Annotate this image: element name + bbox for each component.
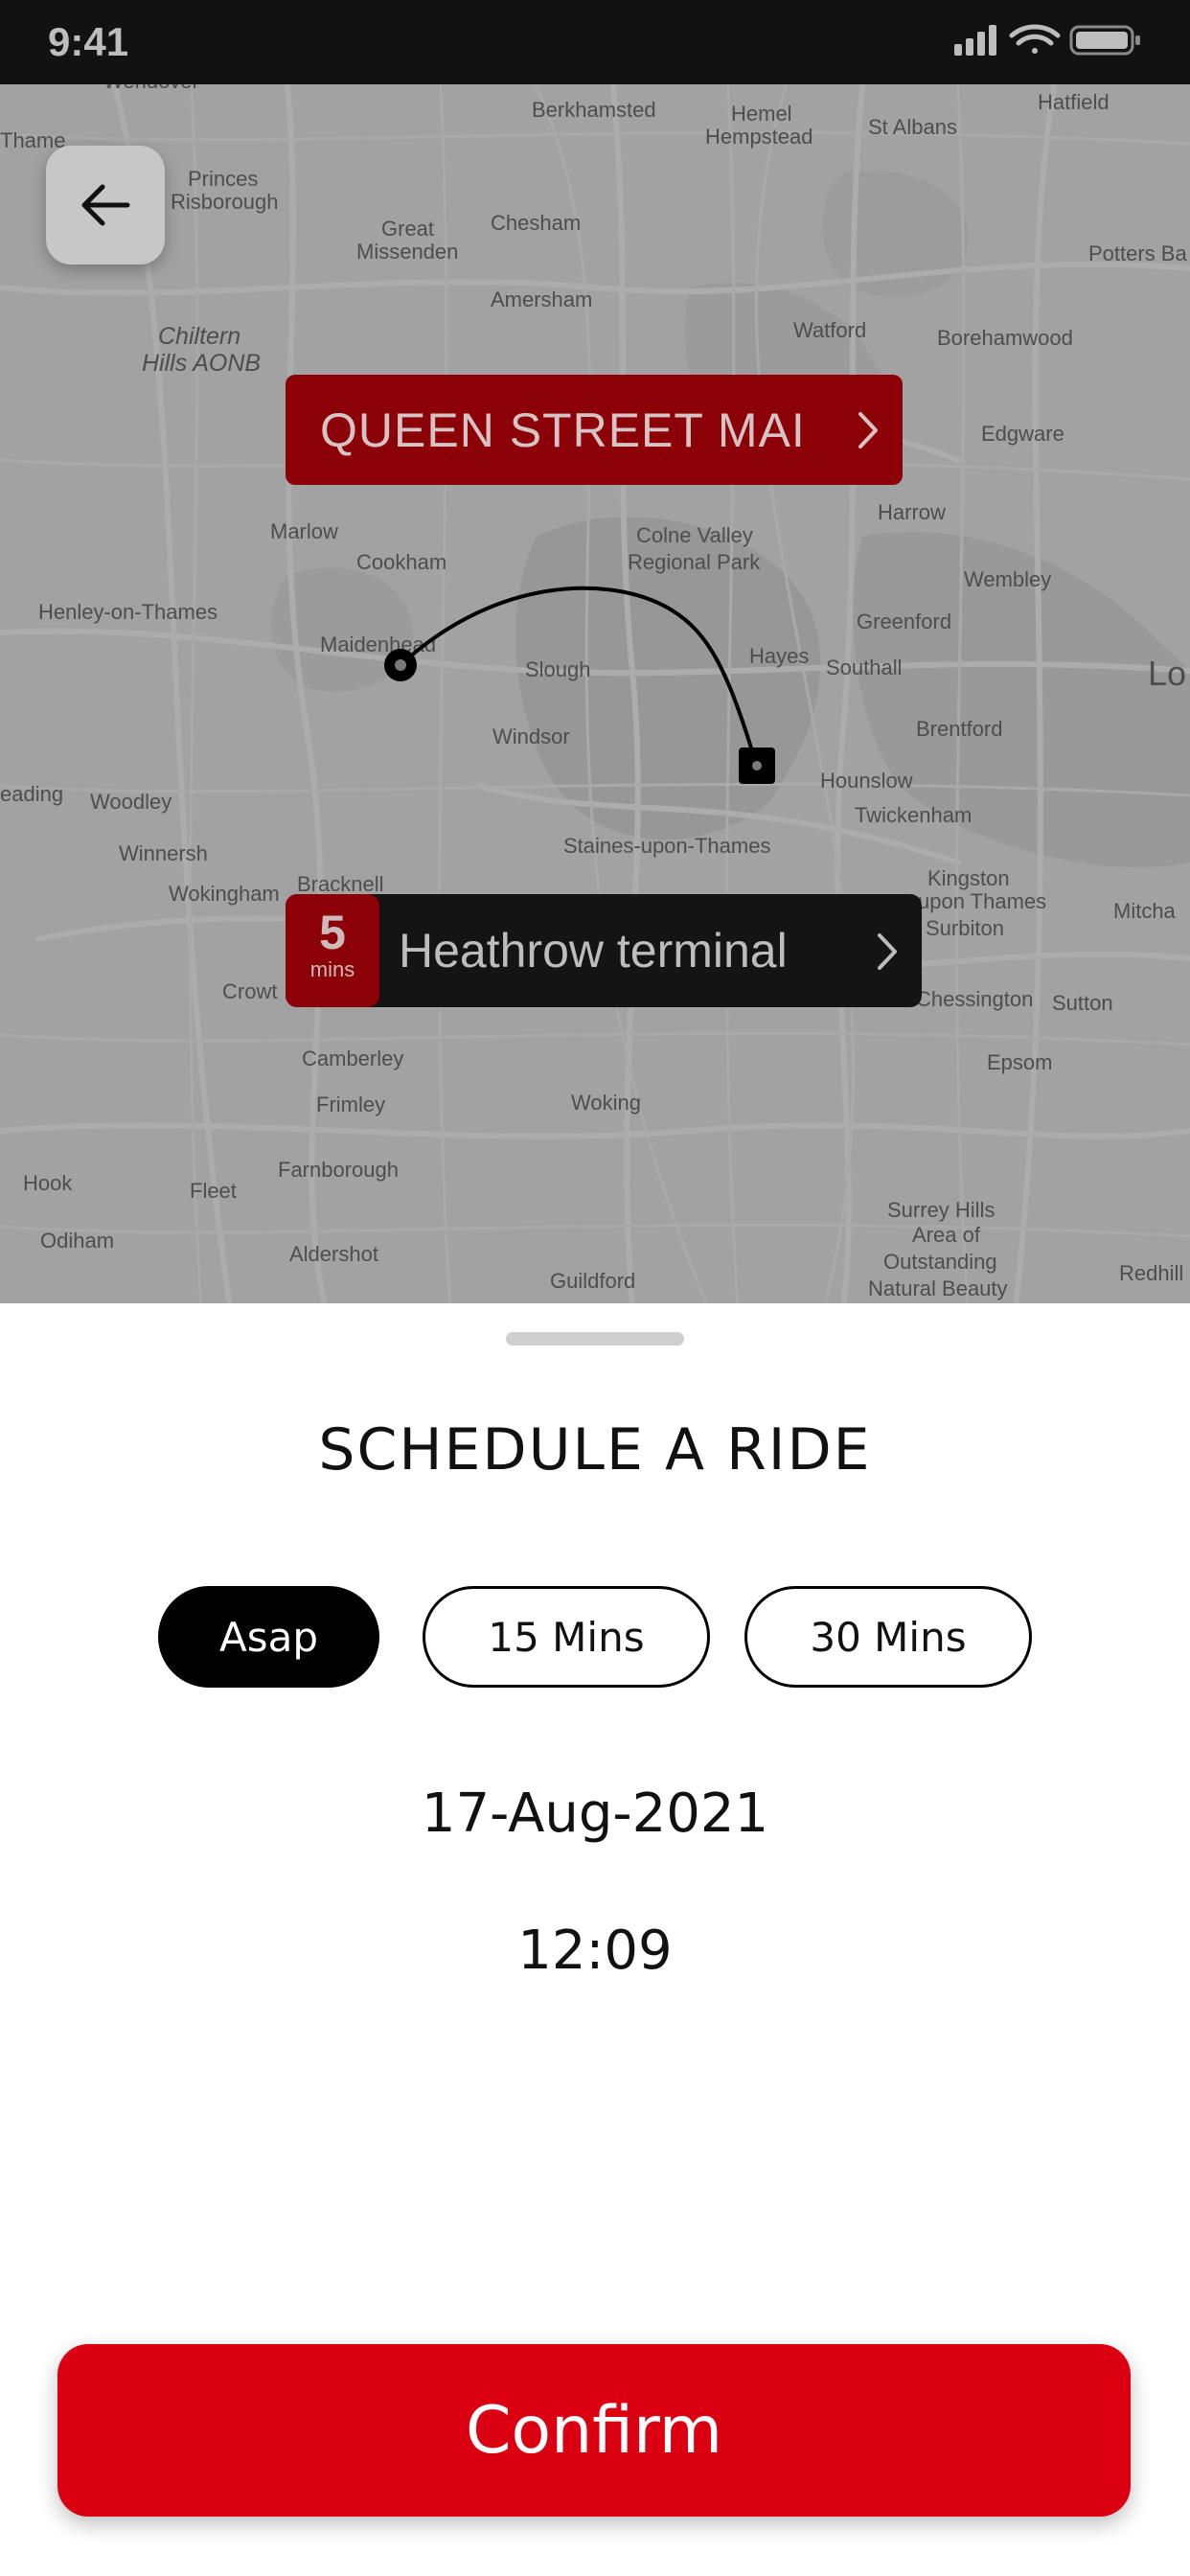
status-icons xyxy=(954,23,1142,61)
option-15-mins-button[interactable]: 15 Mins xyxy=(423,1586,710,1688)
dropoff-location-text: Heathrow terminal xyxy=(399,924,788,978)
chevron-right-icon xyxy=(878,933,897,970)
status-bar: 9:41 xyxy=(0,0,1190,84)
pickup-location-text: QUEEN STREET MAI xyxy=(320,402,806,457)
chevron-right-icon xyxy=(858,412,878,448)
sheet-title: SCHEDULE A RIDE xyxy=(318,1416,872,1484)
option-30-mins-button[interactable]: 30 Mins xyxy=(744,1586,1032,1688)
battery-icon xyxy=(1069,25,1140,56)
dropoff-location-label[interactable]: 5 mins Heathrow terminal xyxy=(286,894,922,1007)
sheet-grabber-handle[interactable] xyxy=(506,1332,684,1346)
cellular-signal-icon xyxy=(954,25,996,56)
arrow-left-icon xyxy=(81,184,130,226)
confirm-button[interactable]: Confirm xyxy=(57,2344,1131,2517)
time-picker-value[interactable]: 12:09 xyxy=(0,1920,1190,1982)
schedule-ride-screen: Wendover Berkhamsted Hemel Hempstead St … xyxy=(0,0,1190,2576)
status-time: 9:41 xyxy=(48,19,129,64)
route-line xyxy=(384,586,775,784)
option-asap-button[interactable]: Asap xyxy=(158,1586,379,1688)
eta-badge: 5 mins xyxy=(286,894,379,1007)
eta-value: 5 xyxy=(319,906,346,959)
wifi-icon xyxy=(1009,24,1061,54)
date-picker-value[interactable]: 17-Aug-2021 xyxy=(0,1782,1190,1845)
back-button[interactable] xyxy=(46,146,165,264)
eta-unit: mins xyxy=(309,957,355,981)
pickup-location-label[interactable]: QUEEN STREET MAI xyxy=(286,375,903,485)
schedule-ride-sheet: SCHEDULE A RIDE Asap 15 Mins 30 Mins 17-… xyxy=(0,1303,1190,2576)
route-map[interactable]: Wendover Berkhamsted Hemel Hempstead St … xyxy=(0,0,1190,1309)
